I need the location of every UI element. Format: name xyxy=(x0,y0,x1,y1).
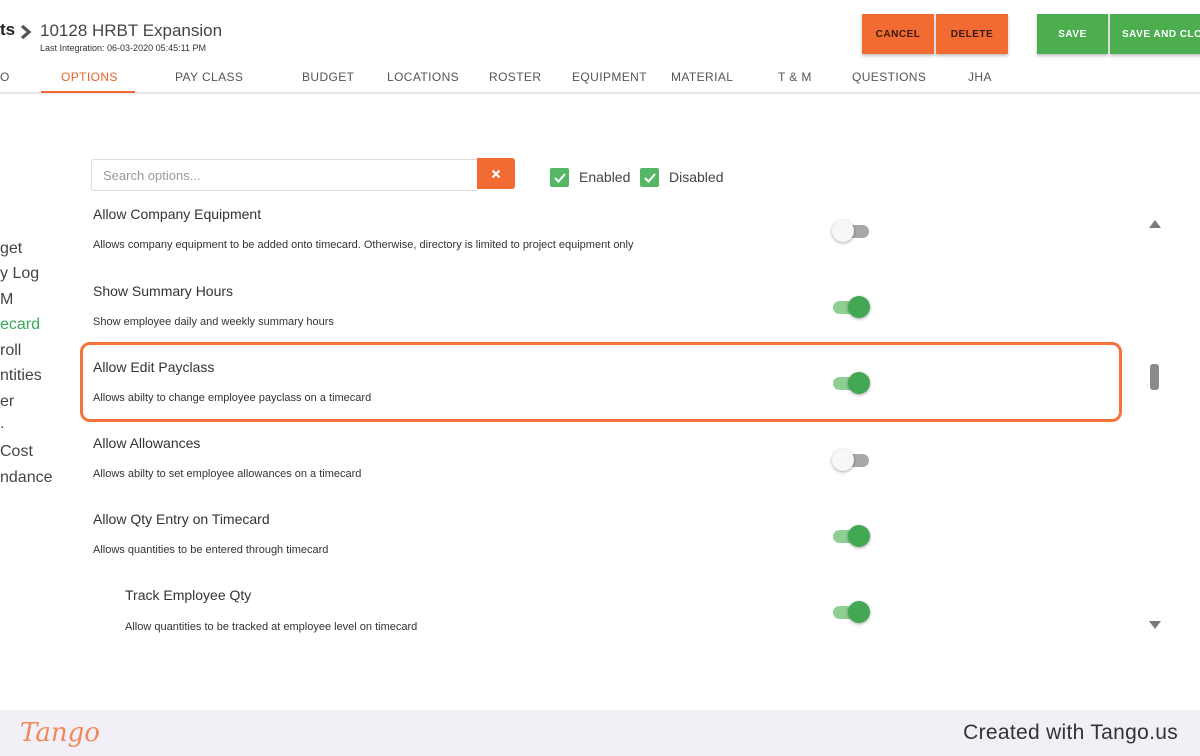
tab-budget[interactable]: BUDGET xyxy=(302,70,354,84)
highlight-box xyxy=(80,342,1122,422)
app-window: ts 10128 HRBT Expansion Last Integration… xyxy=(0,0,1200,756)
enabled-label: Enabled xyxy=(579,169,631,185)
disabled-checkbox[interactable] xyxy=(640,168,659,187)
active-tab-indicator xyxy=(41,91,135,93)
tab-info[interactable]: O xyxy=(0,70,10,84)
toggle-switch[interactable] xyxy=(833,524,871,548)
option-title: Allow Company Equipment xyxy=(93,206,262,222)
tango-logo: Tango xyxy=(20,718,100,748)
scroll-up-arrow-icon[interactable] xyxy=(1149,220,1161,228)
page-title: 10128 HRBT Expansion xyxy=(40,21,223,40)
created-with-text: Created with Tango.us xyxy=(963,721,1178,744)
tab-roster[interactable]: ROSTER xyxy=(489,70,541,84)
option-title: Allow Allowances xyxy=(93,435,201,451)
tab-questions[interactable]: QUESTIONS xyxy=(852,70,926,84)
scroll-down-arrow-icon[interactable] xyxy=(1149,621,1161,629)
enabled-checkbox[interactable] xyxy=(550,168,569,187)
scrollbar-thumb[interactable] xyxy=(1150,364,1159,390)
tab-options[interactable]: OPTIONS xyxy=(61,70,118,84)
checkmark-icon xyxy=(643,172,656,183)
tab-equipment[interactable]: EQUIPMENT xyxy=(572,70,647,84)
close-icon xyxy=(491,169,501,178)
checkmark-icon xyxy=(553,172,566,183)
tab-bar: O OPTIONS PAY CLASS BUDGET LOCATIONS ROS… xyxy=(0,64,1200,94)
toggle-switch[interactable] xyxy=(833,600,871,624)
tab-jha[interactable]: JHA xyxy=(968,70,992,84)
chevron-right-icon xyxy=(20,24,32,40)
option-description: Allows quantities to be entered through … xyxy=(93,544,329,556)
option-description: Show employee daily and weekly summary h… xyxy=(93,316,334,328)
tab-t-and-m[interactable]: T & M xyxy=(778,70,812,84)
tab-material[interactable]: MATERIAL xyxy=(671,70,733,84)
option-description: Allows abilty to set employee allowances… xyxy=(93,468,362,480)
cancel-button[interactable]: CANCEL xyxy=(862,14,934,54)
disabled-label: Disabled xyxy=(669,169,724,185)
tab-locations[interactable]: LOCATIONS xyxy=(387,70,459,84)
breadcrumb-parent[interactable]: ts xyxy=(0,20,15,40)
search-input[interactable] xyxy=(91,159,477,191)
option-title: Track Employee Qty xyxy=(125,587,252,603)
option-title: Allow Qty Entry on Timecard xyxy=(93,511,270,527)
save-button[interactable]: SAVE xyxy=(1037,14,1108,54)
toggle-switch[interactable] xyxy=(833,295,871,319)
clear-search-button[interactable] xyxy=(477,158,515,189)
footer-bar: Tango Created with Tango.us xyxy=(0,710,1200,756)
toggle-switch[interactable] xyxy=(832,448,871,472)
option-description: Allow quantities to be tracked at employ… xyxy=(125,621,418,633)
delete-button[interactable]: DELETE xyxy=(936,14,1008,54)
last-integration-text: Last Integration: 06-03-2020 05:45:11 PM xyxy=(40,43,206,53)
toggle-switch[interactable] xyxy=(832,219,871,243)
save-and-close-button[interactable]: SAVE AND CLO xyxy=(1110,14,1200,54)
option-description: Allows company equipment to be added ont… xyxy=(93,239,634,251)
option-title: Show Summary Hours xyxy=(93,283,234,299)
tab-pay-class[interactable]: PAY CLASS xyxy=(175,70,243,84)
